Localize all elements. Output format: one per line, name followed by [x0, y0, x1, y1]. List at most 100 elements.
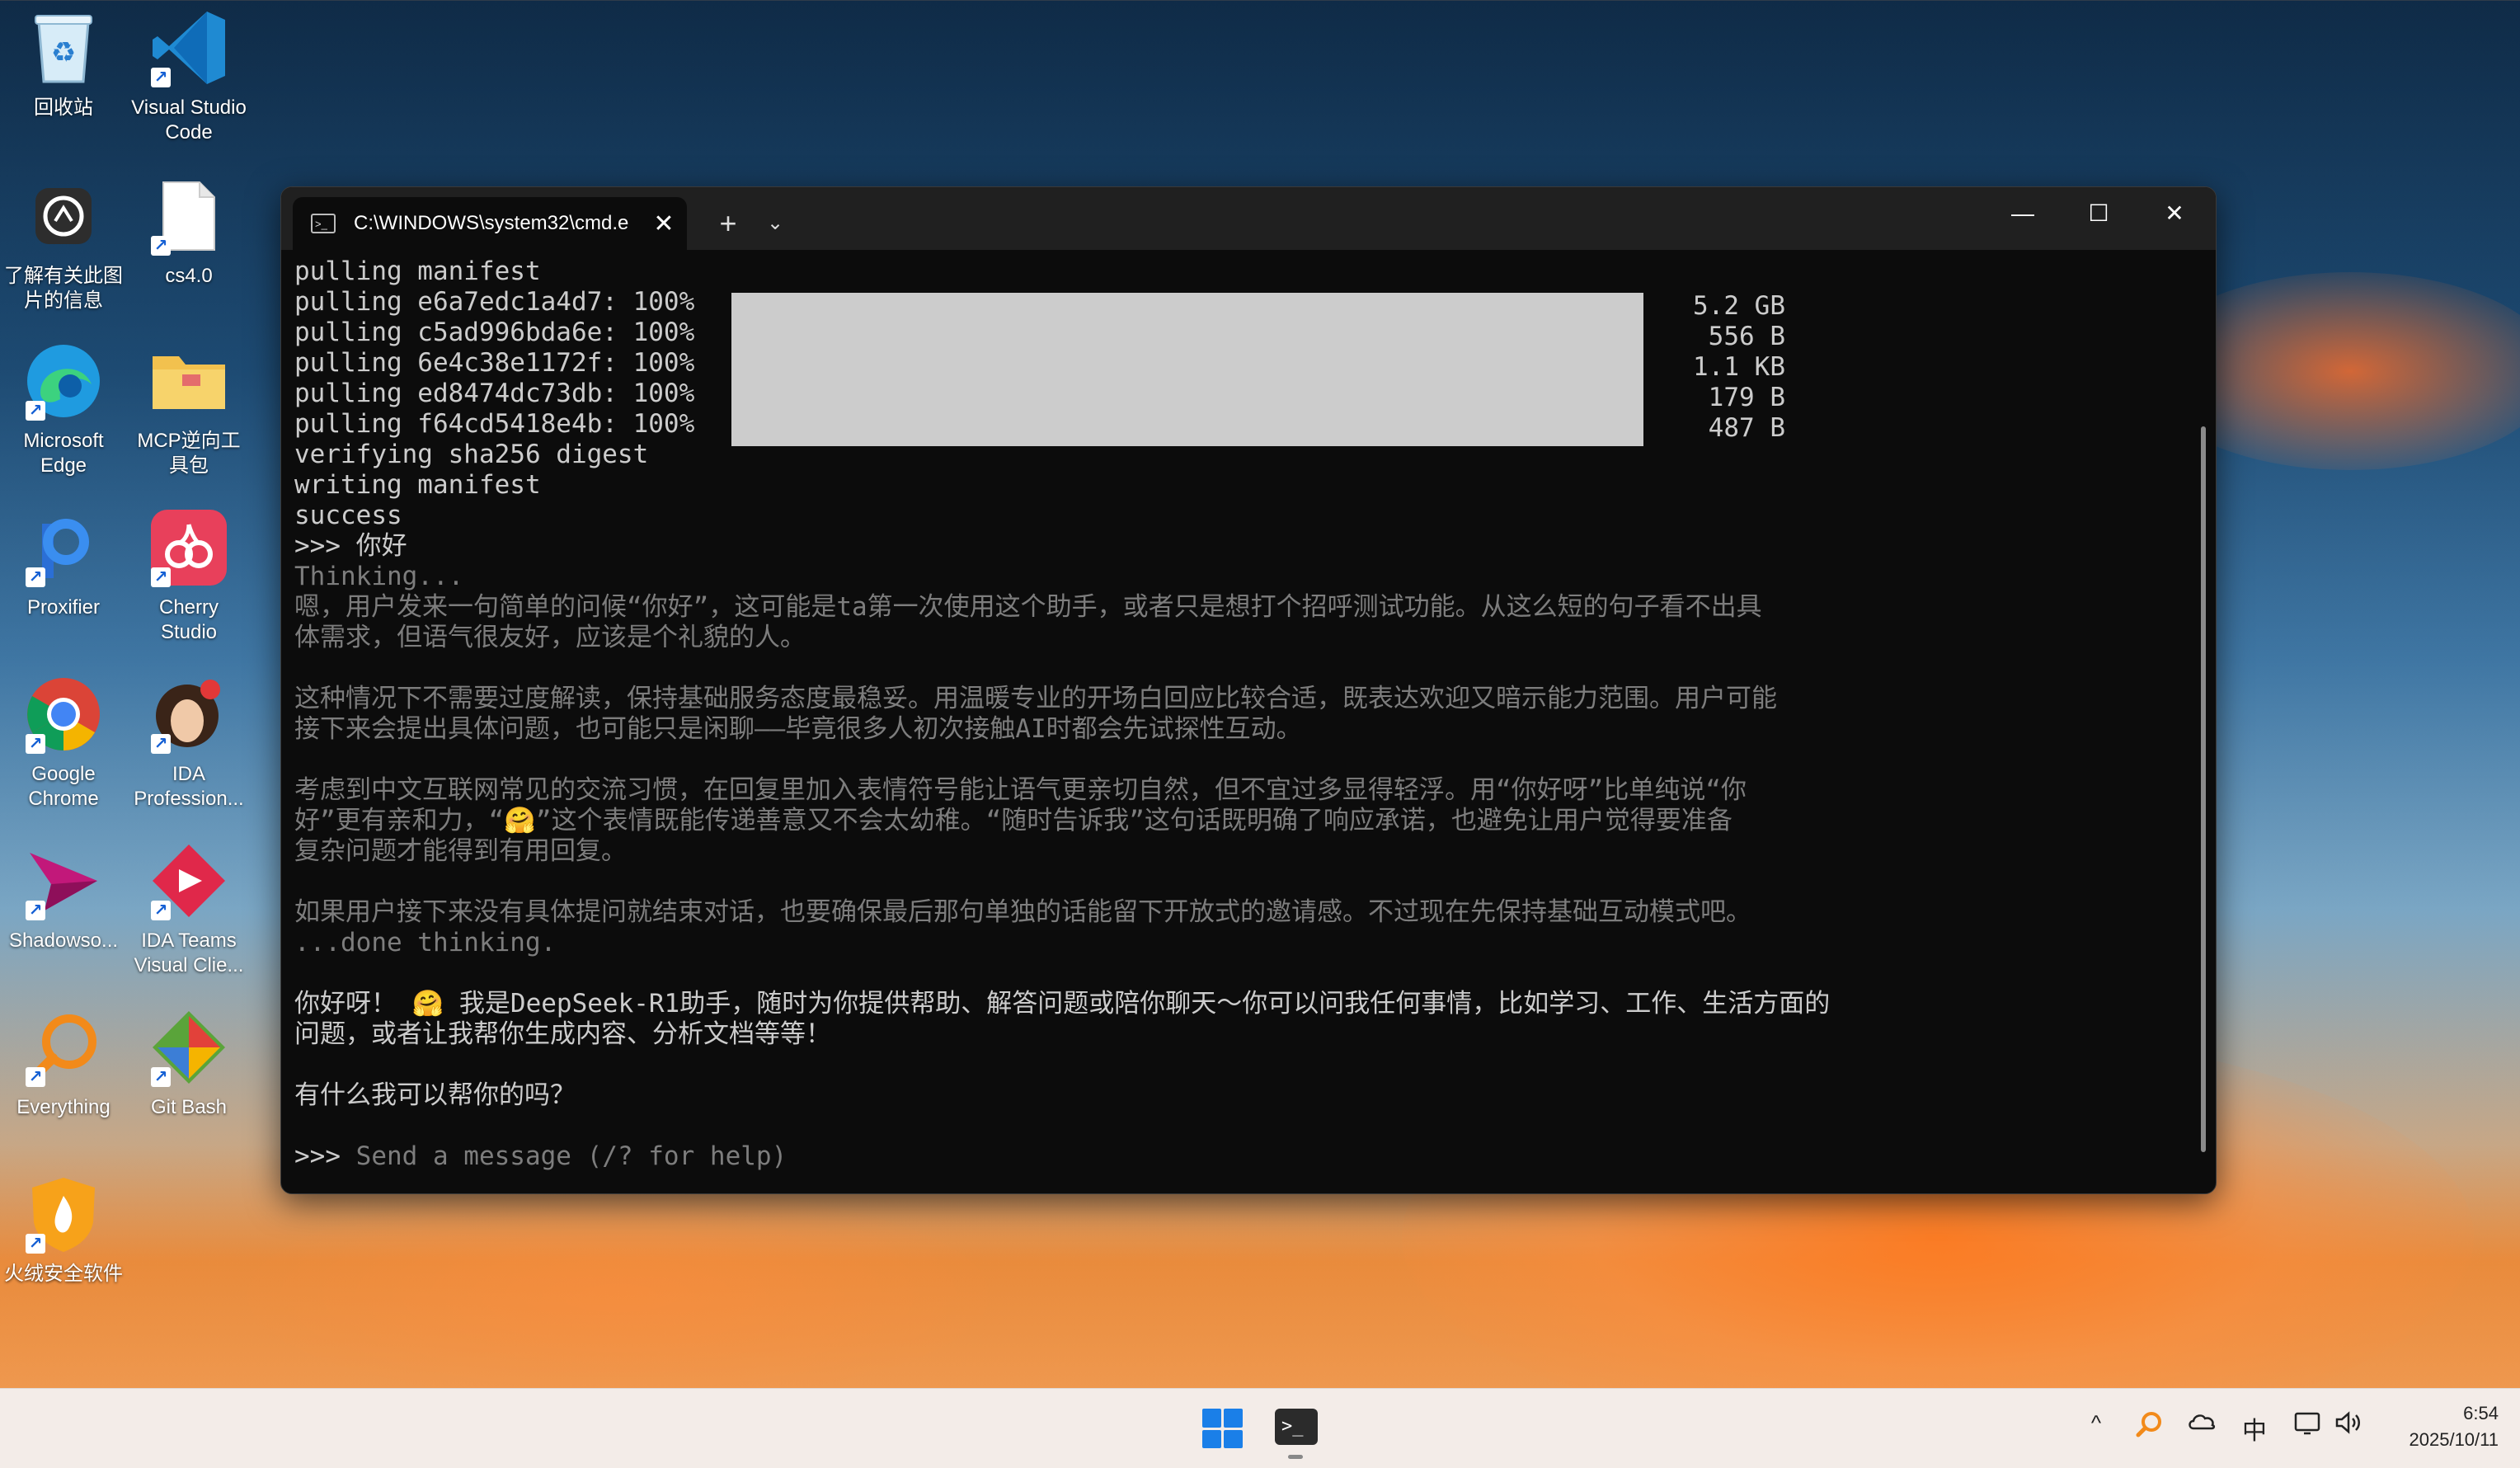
edge-icon: ↗ — [21, 338, 106, 424]
desktop-icon-git-bash[interactable]: ↗ Git Bash — [127, 1005, 251, 1120]
git-bash-icon: ↗ — [146, 1005, 232, 1090]
huorong-shield-icon: ↗ — [21, 1171, 106, 1257]
ime-indicator[interactable]: 中 — [2236, 1410, 2273, 1447]
shortcut-arrow-icon: ↗ — [26, 401, 45, 421]
user-input-line: >>> 你好 — [294, 531, 407, 561]
recycle-bin-icon: ♻ — [21, 5, 106, 91]
desktop-icon-everything[interactable]: ↗ Everything — [2, 1005, 125, 1120]
chrome-icon: ↗ — [21, 671, 106, 757]
shortcut-arrow-icon: ↗ — [26, 901, 45, 920]
desktop-icon-chrome[interactable]: ↗ Google Chrome — [2, 671, 125, 812]
clock-date: 2025/10/11 — [2409, 1429, 2499, 1450]
new-tab-button[interactable]: + — [703, 202, 753, 245]
magnifier-icon: ↗ — [21, 1005, 106, 1090]
folder-icon — [146, 338, 232, 424]
desktop-icon-ida-teams[interactable]: ↗ IDA Teams Visual Clie... — [127, 838, 251, 978]
desktop-icon-edge[interactable]: ↗ Microsoft Edge — [2, 338, 125, 478]
camera-info-icon — [21, 173, 106, 259]
taskbar-terminal-button[interactable]: >_ — [1275, 1409, 1318, 1445]
thinking-paragraph: 考虑到中文互联网常见的交流习惯，在回复里加入表情符号能让语气更亲切自然，但不宜过… — [294, 775, 1747, 866]
tray-chevron-icon[interactable]: ^ — [2078, 1410, 2114, 1436]
desktop-icon-label: Google Chrome — [28, 763, 99, 810]
desktop-icon-label: Git Bash — [150, 1096, 228, 1118]
onedrive-cloud-icon[interactable] — [2184, 1410, 2220, 1438]
scrollbar[interactable] — [2201, 426, 2206, 1152]
network-icon[interactable] — [2289, 1410, 2325, 1443]
ida-pro-icon: ↗ — [146, 671, 232, 757]
shortcut-arrow-icon: ↗ — [151, 68, 171, 87]
maximize-button[interactable]: ☐ — [2061, 187, 2137, 240]
shortcut-arrow-icon: ↗ — [151, 236, 171, 256]
tab-title: C:\WINDOWS\system32\cmd.e — [354, 212, 629, 234]
paper-plane-icon: ↗ — [21, 838, 106, 924]
proxifier-icon: ↗ — [21, 505, 106, 590]
desktop-icon-info-camera[interactable]: 了解有关此图 片的信息 — [2, 173, 125, 313]
file-icon: ↗ — [146, 173, 232, 259]
shortcut-arrow-icon: ↗ — [151, 901, 171, 920]
ida-teams-icon: ↗ — [146, 838, 232, 924]
system-clock[interactable]: 6:54 2025/10/11 — [2375, 1400, 2499, 1453]
desktop-icon-shadowsocks[interactable]: ↗ Shadowso... — [2, 838, 125, 953]
download-progress-bar — [731, 293, 1643, 446]
desktop-icon-proxifier[interactable]: ↗ Proxifier — [2, 505, 125, 620]
desktop-icon-label: 回收站 — [34, 96, 93, 119]
thinking-paragraph: 嗯，用户发来一句简单的问候“你好”，这可能是ta第一次使用这个助手，或者只是想打… — [294, 592, 1762, 652]
download-size: 179 B — [1708, 383, 1785, 412]
desktop-icon-label: Shadowso... — [8, 929, 119, 952]
output-line: pulling manifest — [294, 256, 541, 286]
clock-time: 6:54 — [2463, 1403, 2499, 1423]
prompt-input[interactable]: Send a message (/? for help) — [356, 1141, 788, 1171]
terminal-titlebar[interactable]: >_ C:\WINDOWS\system32\cmd.e ✕ + ⌄ — ☐ ✕ — [281, 187, 2216, 250]
download-sizes: 5.2 GB 556 B 1.1 KB 179 B 487 B — [1653, 291, 1785, 444]
tray-search-app-icon[interactable] — [2131, 1410, 2167, 1445]
thinking-paragraph: 这种情况下不需要过度解读，保持基础服务态度最稳妥。用温暖专业的开场白回应比较合适… — [294, 684, 1777, 744]
terminal-tab[interactable]: >_ C:\WINDOWS\system32\cmd.e ✕ — [293, 197, 687, 250]
cherry-studio-icon: ↗ — [146, 505, 232, 590]
close-button[interactable]: ✕ — [2137, 187, 2212, 240]
thinking-label: Thinking... — [294, 562, 464, 591]
desktop-icon-label: cs4.0 — [165, 265, 213, 287]
shortcut-arrow-icon: ↗ — [26, 1234, 45, 1254]
desktop-icon-label: Proxifier — [26, 596, 101, 619]
answer-paragraph: 你好呀！ 🤗 我是DeepSeek-R1助手，随时为你提供帮助、解答问题或陪你聊… — [294, 989, 1831, 1049]
output-line: success — [294, 501, 402, 530]
desktop-icon-label: MCP逆向工 具包 — [137, 430, 241, 477]
terminal-window[interactable]: >_ C:\WINDOWS\system32\cmd.e ✕ + ⌄ — ☐ ✕… — [280, 186, 2217, 1194]
tab-close-button[interactable]: ✕ — [641, 209, 687, 238]
volume-icon[interactable] — [2330, 1410, 2367, 1442]
sunset-glow-left — [247, 1188, 990, 1402]
download-size: 487 B — [1708, 413, 1785, 443]
shortcut-arrow-icon: ↗ — [151, 1067, 171, 1087]
done-thinking-label: ...done thinking. — [294, 928, 557, 957]
active-app-indicator — [1288, 1455, 1303, 1459]
shortcut-arrow-icon: ↗ — [151, 734, 171, 754]
shortcut-arrow-icon: ↗ — [26, 734, 45, 754]
shortcut-arrow-icon: ↗ — [151, 567, 171, 587]
prompt-symbol: >>> — [294, 1141, 356, 1171]
tab-dropdown-button[interactable]: ⌄ — [755, 202, 796, 245]
desktop-icon-label: IDA Teams Visual Clie... — [134, 929, 244, 976]
desktop-icon-huorong[interactable]: ↗ 火绒安全软件 — [2, 1171, 125, 1287]
shortcut-arrow-icon: ↗ — [26, 567, 45, 587]
windows-logo-icon — [1202, 1409, 1221, 1428]
cmd-icon: >_ — [311, 214, 336, 233]
download-size: 1.1 KB — [1693, 352, 1785, 382]
desktop-icon-cherry-studio[interactable]: ↗ Cherry Studio — [127, 505, 251, 645]
desktop-icon-vscode[interactable]: ↗ Visual Studio Code — [127, 5, 251, 145]
shortcut-arrow-icon: ↗ — [26, 1067, 45, 1087]
desktop-icon-label: Visual Studio Code — [131, 96, 247, 144]
desktop-icon-recycle-bin[interactable]: ♻ 回收站 — [2, 5, 125, 120]
prompt-line[interactable]: >>> Send a message (/? for help) — [294, 1141, 2203, 1172]
desktop-icon-label: 火绒安全软件 — [4, 1263, 123, 1285]
minimize-button[interactable]: — — [1985, 187, 2061, 240]
start-button[interactable] — [1202, 1409, 1243, 1448]
download-size: 5.2 GB — [1693, 291, 1785, 321]
svg-text:♻: ♻ — [51, 37, 76, 68]
desktop-icon-cs40[interactable]: ↗ cs4.0 — [127, 173, 251, 289]
desktop-icon-label: 了解有关此图 片的信息 — [4, 265, 123, 312]
thinking-paragraph: 如果用户接下来没有具体提问就结束对话，也要确保最后那句单独的话能留下开放式的邀请… — [294, 897, 1751, 927]
taskbar: >_ ^ 中 6:54 2025/10/11 — [0, 1388, 2520, 1468]
desktop-icon-ida-pro[interactable]: ↗ IDA Profession... — [127, 671, 251, 812]
desktop-icon-label: Everything — [16, 1096, 110, 1118]
desktop-icon-mcp-folder[interactable]: MCP逆向工 具包 — [127, 338, 251, 478]
